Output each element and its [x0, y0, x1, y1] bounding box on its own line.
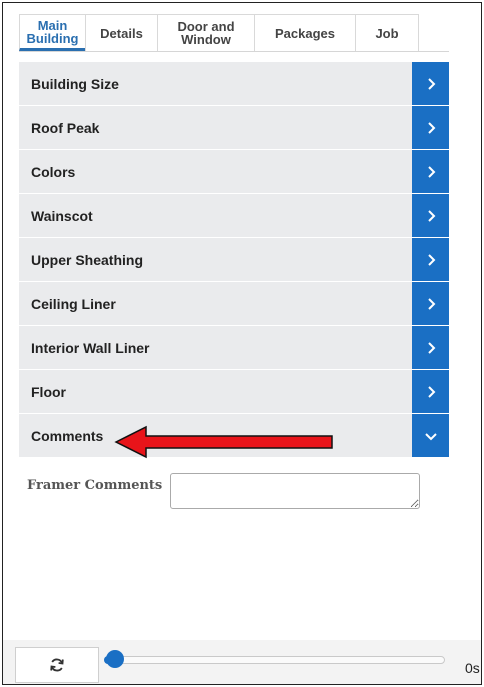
comments-body: Framer Comments — [19, 458, 449, 516]
chevron-right-icon[interactable] — [412, 194, 449, 237]
chevron-right-icon[interactable] — [412, 150, 449, 193]
section-label: Ceiling Liner — [31, 295, 116, 312]
section-label: Comments — [31, 427, 104, 444]
section-label: Interior Wall Liner — [31, 339, 150, 356]
section-roof-peak[interactable]: Roof Peak — [19, 106, 449, 150]
tab-door-and-window[interactable]: Door and Window — [157, 14, 255, 51]
refresh-button[interactable] — [15, 647, 99, 683]
tab-label: Packages — [275, 25, 335, 41]
red-arrow-annotation — [114, 425, 333, 459]
chevron-right-icon[interactable] — [412, 106, 449, 149]
section-label: Floor — [31, 383, 66, 400]
chevron-right-icon[interactable] — [412, 370, 449, 413]
chevron-down-icon[interactable] — [412, 414, 449, 457]
framer-comments-input[interactable] — [170, 473, 420, 509]
tab-label: Main Building — [26, 17, 79, 46]
tab-job[interactable]: Job — [355, 14, 419, 51]
section-label: Upper Sheathing — [31, 251, 144, 268]
playback-bar: 0s — [3, 640, 481, 684]
section-label: Roof Peak — [31, 119, 100, 136]
section-label: Building Size — [31, 75, 119, 92]
section-upper-sheathing[interactable]: Upper Sheathing — [19, 238, 449, 282]
framer-comments-label: Framer Comments — [27, 478, 163, 493]
section-building-size[interactable]: Building Size — [19, 62, 449, 106]
section-label: Wainscot — [31, 207, 93, 224]
timeline-slider-track[interactable] — [113, 656, 445, 664]
chevron-right-icon[interactable] — [412, 62, 449, 105]
elapsed-time: 0s — [465, 660, 480, 676]
section-floor[interactable]: Floor — [19, 370, 449, 414]
tab-packages[interactable]: Packages — [254, 14, 356, 51]
section-label: Colors — [31, 163, 76, 180]
chevron-right-icon[interactable] — [412, 282, 449, 325]
timeline-slider-thumb[interactable] — [106, 650, 124, 668]
chevron-right-icon[interactable] — [412, 326, 449, 369]
refresh-icon — [50, 658, 64, 672]
section-wainscot[interactable]: Wainscot — [19, 194, 449, 238]
section-ceiling-liner[interactable]: Ceiling Liner — [19, 282, 449, 326]
tab-label: Details — [100, 25, 143, 41]
tab-main-building[interactable]: Main Building — [19, 14, 86, 51]
tab-bar: Main Building Details Door and Window Pa… — [19, 14, 449, 52]
tab-details[interactable]: Details — [85, 14, 158, 51]
section-interior-wall-liner[interactable]: Interior Wall Liner — [19, 326, 449, 370]
tab-label: Job — [375, 25, 399, 41]
tab-label: Door and Window — [177, 19, 235, 47]
chevron-right-icon[interactable] — [412, 238, 449, 281]
section-colors[interactable]: Colors — [19, 150, 449, 194]
